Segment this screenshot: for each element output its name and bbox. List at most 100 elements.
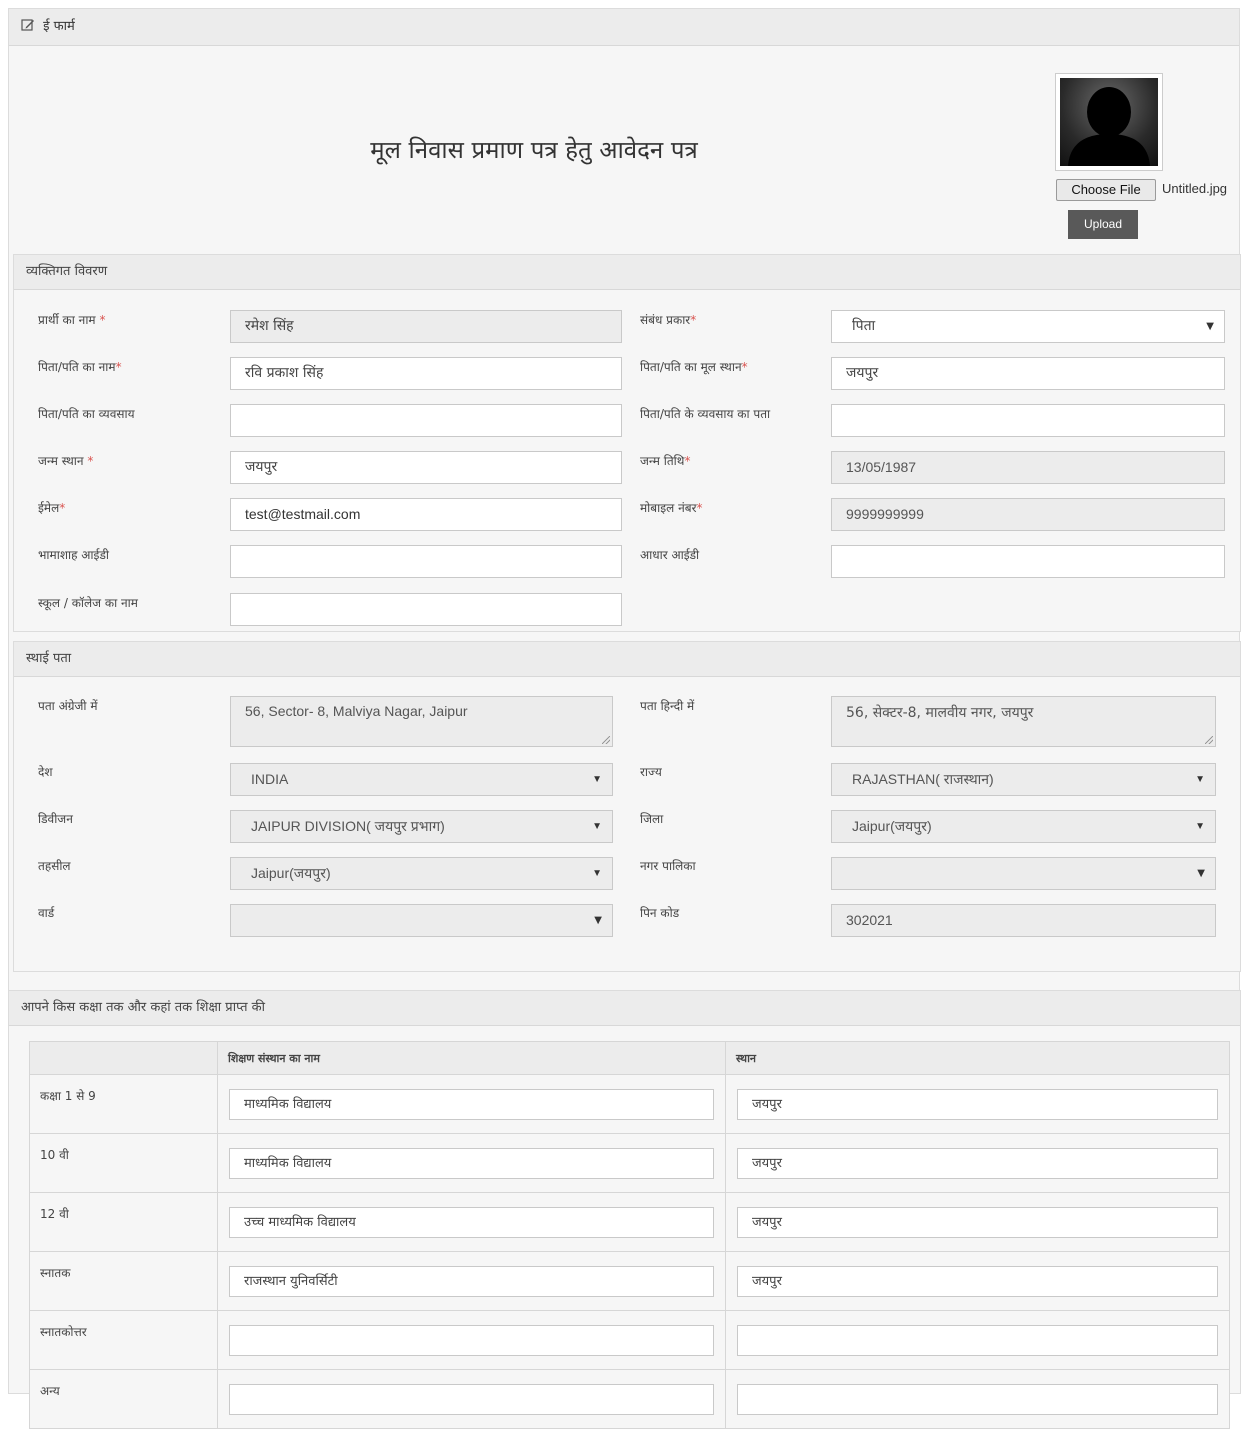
label-country: देश (38, 765, 53, 779)
father-occupation-address-input[interactable] (831, 404, 1225, 437)
chevron-down-icon: ▼ (1206, 321, 1214, 332)
section-heading-address: स्थाई पता (14, 642, 1240, 677)
address-hindi-value: 56, सेक्टर-8, मालवीय नगर, जयपुर (846, 705, 1034, 721)
institute-input[interactable] (229, 1383, 714, 1415)
label-district: जिला (640, 812, 664, 826)
avatar (1060, 78, 1158, 166)
place-input[interactable]: जयपुर (737, 1265, 1218, 1297)
label-state: राज्य (640, 765, 662, 779)
label-tehsil: तहसील (38, 859, 71, 873)
label-address-hindi: पता हिन्दी में (640, 699, 695, 713)
label-school: स्कूल / कॉलेज का नाम (38, 596, 138, 610)
row-level-label: 10 वी (29, 1133, 218, 1193)
address-english-textarea[interactable]: 56, Sector- 8, Malviya Nagar, Jaipur (230, 696, 613, 747)
education-section: आपने किस कक्षा तक और कहां तक शिक्षा प्रा… (8, 990, 1241, 1429)
table-header-institute: शिक्षण संस्थान का नाम (217, 1041, 726, 1075)
resize-handle-icon[interactable] (602, 736, 610, 744)
institute-input[interactable]: माध्यमिक विद्यालय (229, 1147, 714, 1179)
label-father-name: पिता/पति का नाम* (38, 360, 122, 374)
table-row: 10 वी माध्यमिक विद्यालय जयपुर (29, 1133, 1230, 1193)
institute-input[interactable]: माध्यमिक विद्यालय (229, 1088, 714, 1120)
form-title: मूल निवास प्रमाण पत्र हेतु आवेदन पत्र (370, 136, 698, 164)
birth-place-input[interactable]: जयपुर (230, 451, 622, 484)
institute-input[interactable]: उच्च माध्यमिक विद्यालय (229, 1206, 714, 1238)
chevron-down-icon: ▼ (592, 821, 602, 832)
place-input[interactable]: जयपुर (737, 1088, 1218, 1120)
label-email: ईमेल* (38, 501, 66, 515)
aadhar-input[interactable] (831, 545, 1225, 578)
label-father-occupation: पिता/पति का व्यवसाय (38, 407, 135, 421)
ward-select[interactable]: ▼ (230, 904, 613, 937)
label-applicant-name: प्रार्थी का नाम * (38, 313, 106, 327)
chevron-down-icon: ▼ (594, 915, 602, 926)
state-select[interactable]: RAJASTHAN( राजस्थान) ▼ (831, 763, 1216, 796)
row-level-label: स्नातकोत्तर (29, 1310, 218, 1370)
place-input[interactable] (737, 1383, 1218, 1415)
label-ward: वार्ड (38, 906, 55, 920)
chevron-down-icon: ▼ (1195, 774, 1205, 785)
label-father-origin: पिता/पति का मूल स्थान* (640, 360, 748, 374)
section-heading-personal: व्यक्तिगत विवरण (14, 255, 1240, 290)
mobile-input[interactable]: 9999999999 (831, 498, 1225, 531)
label-relation-type: संबंध प्रकार* (640, 313, 697, 327)
label-mobile: मोबाइल नंबर* (640, 501, 703, 515)
municipality-select[interactable]: ▼ (831, 857, 1216, 890)
institute-input[interactable]: राजस्थान युनिवर्सिटी (229, 1265, 714, 1297)
country-select[interactable]: INDIA ▼ (230, 763, 613, 796)
bhamashah-input[interactable] (230, 545, 622, 578)
label-pincode: पिन कोड (640, 906, 680, 920)
address-hindi-textarea[interactable]: 56, सेक्टर-8, मालवीय नगर, जयपुर (831, 696, 1216, 747)
table-row: अन्य (29, 1369, 1230, 1429)
father-name-input[interactable]: रवि प्रकाश सिंह (230, 357, 622, 390)
state-value: RAJASTHAN( राजस्थान) (852, 771, 994, 787)
birth-date-input[interactable]: 13/05/1987 (831, 451, 1225, 484)
applicant-name-input[interactable]: रमेश सिंह (230, 310, 622, 343)
label-birth-place: जन्म स्थान * (38, 454, 94, 468)
table-header-place: स्थान (725, 1041, 1230, 1075)
place-input[interactable]: जयपुर (737, 1147, 1218, 1179)
pincode-input[interactable]: 302021 (831, 904, 1216, 937)
label-birth-date: जन्म तिथि* (640, 454, 691, 468)
edit-icon (21, 19, 34, 31)
label-division: डिवीजन (38, 812, 73, 826)
school-input[interactable] (230, 593, 622, 626)
father-occupation-input[interactable] (230, 404, 622, 437)
table-row: स्नातक राजस्थान युनिवर्सिटी जयपुर (29, 1251, 1230, 1311)
tehsil-select[interactable]: Jaipur(जयपुर) ▼ (230, 857, 613, 890)
district-value: Jaipur(जयपुर) (852, 818, 932, 834)
resize-handle-icon[interactable] (1205, 736, 1213, 744)
panel-heading: ई फार्म (9, 9, 1239, 46)
place-input[interactable] (737, 1324, 1218, 1356)
email-field[interactable]: test@testmail.com (230, 498, 622, 531)
row-level-label: 12 वी (29, 1192, 218, 1252)
district-select[interactable]: Jaipur(जयपुर) ▼ (831, 810, 1216, 843)
institute-input[interactable] (229, 1324, 714, 1356)
education-table: शिक्षण संस्थान का नाम स्थान कक्षा 1 से 9… (29, 1041, 1230, 1429)
choose-file-button[interactable]: Choose File (1056, 179, 1156, 201)
tehsil-value: Jaipur(जयपुर) (251, 865, 331, 881)
relation-type-value: पिता (852, 318, 876, 334)
address-english-value: 56, Sector- 8, Malviya Nagar, Jaipur (245, 703, 468, 719)
relation-type-select[interactable]: पिता ▼ (831, 310, 1225, 343)
chevron-down-icon: ▼ (1197, 868, 1205, 879)
father-origin-input[interactable]: जयपुर (831, 357, 1225, 390)
label-address-english: पता अंग्रेजी में (38, 699, 98, 713)
panel-title: ई फार्म (43, 19, 75, 34)
country-value: INDIA (251, 771, 289, 787)
chevron-down-icon: ▼ (592, 868, 602, 879)
photo-preview (1055, 73, 1163, 171)
place-input[interactable]: जयपुर (737, 1206, 1218, 1238)
division-value: JAIPUR DIVISION( जयपुर प्रभाग) (251, 818, 445, 834)
table-row: स्नातकोत्तर (29, 1310, 1230, 1370)
table-row: कक्षा 1 से 9 माध्यमिक विद्यालय जयपुर (29, 1074, 1230, 1134)
personal-details-section: व्यक्तिगत विवरण प्रार्थी का नाम * रमेश स… (13, 254, 1241, 632)
chevron-down-icon: ▼ (592, 774, 602, 785)
label-father-occupation-address: पिता/पति के व्यवसाय का पता (640, 407, 771, 421)
table-row: 12 वी उच्च माध्यमिक विद्यालय जयपुर (29, 1192, 1230, 1252)
row-level-label: कक्षा 1 से 9 (29, 1074, 218, 1134)
division-select[interactable]: JAIPUR DIVISION( जयपुर प्रभाग) ▼ (230, 810, 613, 843)
upload-button[interactable]: Upload (1068, 210, 1138, 239)
label-bhamashah: भामाशाह आईडी (38, 548, 109, 562)
chevron-down-icon: ▼ (1195, 821, 1205, 832)
person-silhouette-icon (1068, 87, 1150, 166)
